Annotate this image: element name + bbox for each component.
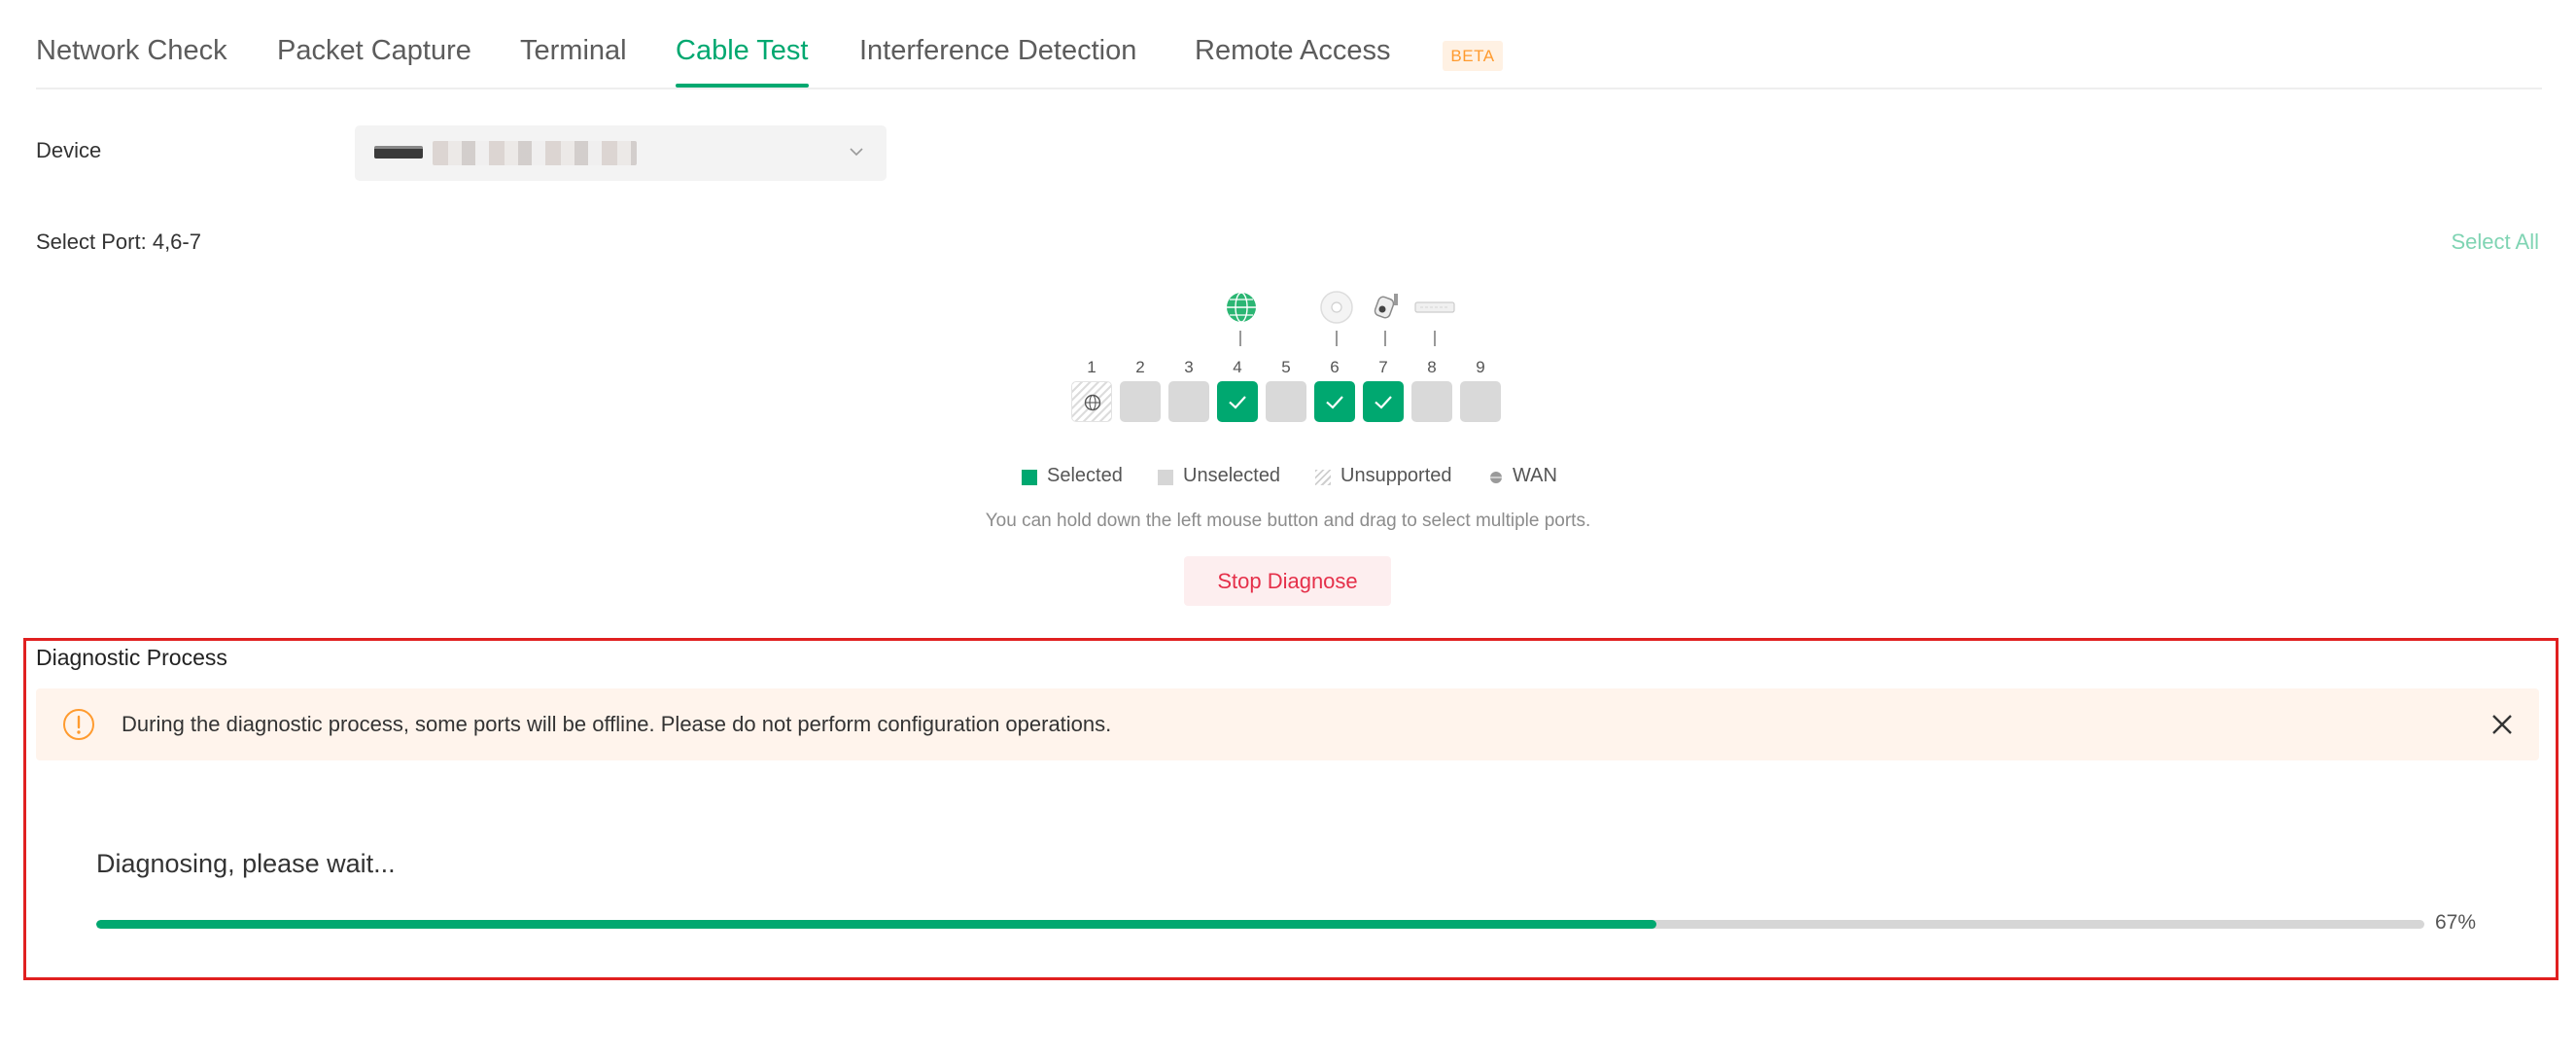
port-number: 1 <box>1087 358 1097 376</box>
port-number: 7 <box>1378 358 1388 376</box>
select-port-label: Select Port: 4,6-7 <box>36 229 201 254</box>
check-icon <box>1375 396 1392 409</box>
port-2[interactable] <box>1120 381 1161 422</box>
tab-bar: Network Check Packet Capture Terminal Ca… <box>36 0 2542 89</box>
port-number: 6 <box>1330 358 1340 376</box>
port-5[interactable] <box>1266 381 1306 422</box>
port-3[interactable] <box>1168 381 1209 422</box>
tab-remote-access[interactable]: Remote Access <box>1195 35 1390 67</box>
diagnostic-title: Diagnostic Process <box>36 645 227 670</box>
link-line <box>1434 331 1436 346</box>
port-7[interactable] <box>1363 381 1404 422</box>
legend-unselected-swatch <box>1158 470 1173 485</box>
close-icon[interactable] <box>2489 711 2516 738</box>
legend-unselected: Unselected <box>1183 465 1281 486</box>
link-line <box>1384 331 1386 346</box>
port-1 <box>1071 381 1112 422</box>
tab-interference-detection[interactable]: Interference Detection <box>859 35 1136 67</box>
check-icon <box>1229 396 1246 409</box>
warning-alert: During the diagnostic process, some port… <box>36 688 2539 760</box>
tab-network-check[interactable]: Network Check <box>36 35 227 67</box>
device-select[interactable] <box>355 125 887 181</box>
legend-selected-swatch <box>1022 470 1037 485</box>
wan-globe-icon <box>1084 394 1101 411</box>
port-6[interactable] <box>1314 381 1355 422</box>
stop-diagnose-button[interactable]: Stop Diagnose <box>1184 556 1391 606</box>
access-point-icon <box>1320 291 1353 324</box>
port-number: 3 <box>1184 358 1194 376</box>
alert-message: During the diagnostic process, some port… <box>122 712 1112 736</box>
warning-icon <box>63 709 94 740</box>
progress-fill <box>96 920 1656 929</box>
port-panel: 1 2 3 4 5 6 7 8 9 <box>1071 290 1557 426</box>
port-8[interactable] <box>1411 381 1452 422</box>
link-line <box>1239 331 1241 346</box>
drag-hint: You can hold down the left mouse button … <box>985 511 1591 531</box>
legend-wan: WAN <box>1513 465 1557 486</box>
device-name-obscured <box>433 141 637 165</box>
wan-globe-icon <box>1490 472 1502 483</box>
port-legend: Selected Unselected Unsupported WAN <box>1021 465 1604 494</box>
globe-icon <box>1227 292 1256 323</box>
device-label: Device <box>36 138 102 162</box>
switch-icon <box>1414 301 1455 313</box>
beta-badge: BETA <box>1443 41 1503 71</box>
tab-terminal[interactable]: Terminal <box>520 35 627 67</box>
port-4[interactable] <box>1217 381 1258 422</box>
tab-cable-test[interactable]: Cable Test <box>676 35 809 88</box>
camera-icon <box>1374 294 1398 319</box>
legend-selected: Selected <box>1047 465 1123 486</box>
progress-percent: 67% <box>2435 911 2477 934</box>
port-number: 4 <box>1233 358 1242 376</box>
tab-packet-capture[interactable]: Packet Capture <box>277 35 471 67</box>
legend-unsupported: Unsupported <box>1340 465 1452 486</box>
switch-device-icon <box>374 146 423 159</box>
port-number: 8 <box>1427 358 1437 376</box>
select-all-link[interactable]: Select All <box>2452 229 2540 255</box>
check-icon <box>1326 396 1343 409</box>
port-9[interactable] <box>1460 381 1501 422</box>
diagnosing-status: Diagnosing, please wait... <box>96 849 396 878</box>
chevron-down-icon <box>850 148 863 157</box>
progress-bar <box>96 920 2424 929</box>
port-number: 5 <box>1281 358 1291 376</box>
link-line <box>1336 331 1338 346</box>
port-number: 2 <box>1135 358 1145 376</box>
port-number: 9 <box>1476 358 1485 376</box>
legend-unsupported-swatch <box>1315 470 1331 485</box>
